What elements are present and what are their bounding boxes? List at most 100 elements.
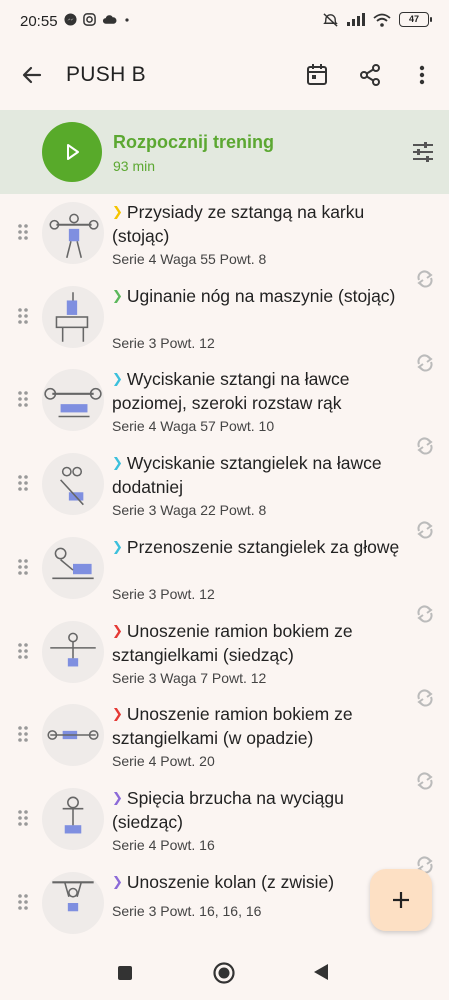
exercise-thumbnail xyxy=(42,787,104,850)
drag-handle-icon xyxy=(18,893,28,910)
exercise-row[interactable]: ❯ Wyciskanie sztangielek na ławce dodatni… xyxy=(0,447,449,539)
recents-square-icon xyxy=(118,966,132,980)
exercise-details: Serie 3 Waga 7 Powt. 12 xyxy=(112,669,267,686)
exercise-row[interactable]: ❯ Wyciskanie sztangi na ławce poziomej, s… xyxy=(0,363,449,455)
messenger-icon xyxy=(64,13,77,26)
drag-handle[interactable] xyxy=(16,808,30,828)
drag-handle-icon xyxy=(18,642,28,659)
chevron-right-icon: ❯ xyxy=(112,622,123,638)
back-arrow-icon xyxy=(22,66,42,84)
drag-handle-icon xyxy=(18,726,28,742)
app-bar: PUSH B xyxy=(0,48,449,102)
exercise-name: ❯ Wyciskanie sztangi na ławce poziomej, s… xyxy=(112,368,412,414)
tune-icon xyxy=(413,142,433,162)
workout-duration: 93 min xyxy=(113,158,156,174)
page-title: PUSH B xyxy=(66,63,146,86)
exercise-thumbnail xyxy=(42,369,104,432)
exercise-name: ❯ Unoszenie ramion bokiem ze sztangielkam… xyxy=(112,703,412,749)
exercise-thumbnail xyxy=(42,202,104,264)
drag-handle[interactable] xyxy=(16,724,30,744)
chevron-right-icon: ❯ xyxy=(112,204,123,219)
exercise-name-text: Spięcia brzucha na wyciągu (siedząc) xyxy=(112,787,344,832)
system-nav-bar xyxy=(0,948,449,1000)
recents-button[interactable] xyxy=(117,965,133,986)
drag-handle[interactable] xyxy=(16,473,30,493)
exercise-name-text: Unoszenie kolan (z zwisie) xyxy=(126,871,335,892)
calendar-icon xyxy=(307,64,327,85)
exercise-name: ❯ Wyciskanie sztangielek na ławce dodatni… xyxy=(112,452,412,498)
drag-handle-icon xyxy=(18,475,28,491)
exercise-name: ❯ Uginanie nóg na maszynie (stojąc) xyxy=(112,285,412,309)
exercise-row[interactable]: ❯ Unoszenie ramion bokiem ze sztangielkam… xyxy=(0,698,449,790)
exercise-thumbnail xyxy=(42,536,104,599)
drag-handle-icon xyxy=(18,810,28,826)
drag-handle[interactable] xyxy=(16,557,30,577)
exercise-details: Serie 4 Powt. 16 xyxy=(112,836,215,853)
alarm-off-icon xyxy=(323,13,338,27)
exercise-row[interactable]: ❯ Uginanie nóg na maszynie (stojąc) Serie … xyxy=(0,280,449,372)
exercise-details: Serie 3 Waga 22 Powt. 8 xyxy=(112,502,267,519)
exercise-name-text: Unoszenie ramion bokiem ze sztangielkami… xyxy=(112,704,353,749)
chevron-right-icon: ❯ xyxy=(112,371,123,387)
exercise-thumbnail xyxy=(42,285,104,348)
workout-settings-button[interactable] xyxy=(411,140,435,169)
exercise-row[interactable]: ❯ Przenoszenie sztangielek za głowę Serie … xyxy=(0,531,449,623)
play-icon xyxy=(67,144,79,160)
status-bar: 20:55 47 xyxy=(0,0,449,42)
exercise-row[interactable]: ❯ Przysiady ze sztangą na karku (stojąc) S… xyxy=(0,196,449,288)
exercise-name-text: Przysiady ze sztangą na karku (stojąc) xyxy=(112,202,365,246)
back-button[interactable] xyxy=(18,61,46,89)
drag-handle-icon xyxy=(18,558,28,575)
drag-handle[interactable] xyxy=(16,222,30,242)
plus-icon xyxy=(393,892,409,908)
chevron-right-icon: ❯ xyxy=(112,287,123,303)
exercise-thumbnail xyxy=(42,620,104,683)
start-workout-banner[interactable]: Rozpocznij trening 93 min xyxy=(0,110,449,194)
exercise-thumbnail xyxy=(42,453,104,516)
drag-handle-icon xyxy=(18,224,28,240)
drag-handle-icon xyxy=(18,391,28,408)
more-options-button[interactable] xyxy=(408,61,436,89)
chevron-right-icon: ❯ xyxy=(112,789,123,805)
start-workout-button[interactable] xyxy=(42,122,102,182)
system-back-button[interactable] xyxy=(313,963,329,986)
home-button[interactable] xyxy=(213,962,235,989)
exercise-name: ❯ Przenoszenie sztangielek za głowę xyxy=(112,536,412,560)
start-workout-label[interactable]: Rozpocznij trening xyxy=(113,132,274,153)
drag-handle[interactable] xyxy=(16,892,30,912)
exercise-name-text: Przenoszenie sztangielek za głowę xyxy=(126,536,400,557)
calendar-button[interactable] xyxy=(303,61,331,89)
exercise-name-text: Wyciskanie sztangi na ławce poziomej, sz… xyxy=(112,369,350,414)
exercise-name: ❯ Unoszenie ramion bokiem ze sztangielkam… xyxy=(112,620,412,666)
signal-icon xyxy=(347,13,365,26)
chevron-right-icon: ❯ xyxy=(112,538,123,554)
cloud-icon xyxy=(102,15,117,24)
exercise-thumbnail xyxy=(42,871,104,934)
exercise-details: Serie 3 Powt. 16, 16, 16 xyxy=(112,902,262,919)
exercise-row[interactable]: ❯ Unoszenie ramion bokiem ze sztangielkam… xyxy=(0,615,449,707)
battery-icon: 47 xyxy=(399,12,432,27)
add-exercise-button[interactable] xyxy=(370,869,432,931)
back-triangle-icon xyxy=(314,964,328,980)
exercise-row[interactable]: ❯ Spięcia brzucha na wyciągu (siedząc) Ser… xyxy=(0,782,449,874)
exercise-name: ❯ Przysiady ze sztangą na karku (stojąc) xyxy=(112,201,412,247)
exercise-thumbnail xyxy=(42,704,104,767)
exercise-name-text: Unoszenie ramion bokiem ze sztangielkami… xyxy=(112,620,353,665)
drag-handle[interactable] xyxy=(16,389,30,409)
drag-handle[interactable] xyxy=(16,306,30,326)
exercise-details: Serie 4 Waga 55 Powt. 8 xyxy=(112,251,267,267)
exercise-details: Serie 4 Waga 57 Powt. 10 xyxy=(112,418,275,435)
drag-handle-icon xyxy=(18,307,28,324)
exercise-name: ❯ Unoszenie kolan (z zwisie) xyxy=(112,871,412,895)
dot-icon xyxy=(125,17,129,22)
exercise-name: ❯ Spięcia brzucha na wyciągu (siedząc) xyxy=(112,787,412,833)
share-button[interactable] xyxy=(356,61,384,89)
exercise-details: Serie 4 Powt. 20 xyxy=(112,753,215,770)
chevron-right-icon: ❯ xyxy=(112,455,123,471)
share-icon xyxy=(360,64,380,86)
wifi-icon xyxy=(373,13,391,27)
exercise-details: Serie 3 Powt. 12 xyxy=(112,585,215,602)
drag-handle[interactable] xyxy=(16,641,30,661)
status-time: 20:55 xyxy=(20,13,58,30)
exercise-name-text: Uginanie nóg na maszynie (stojąc) xyxy=(126,285,396,306)
